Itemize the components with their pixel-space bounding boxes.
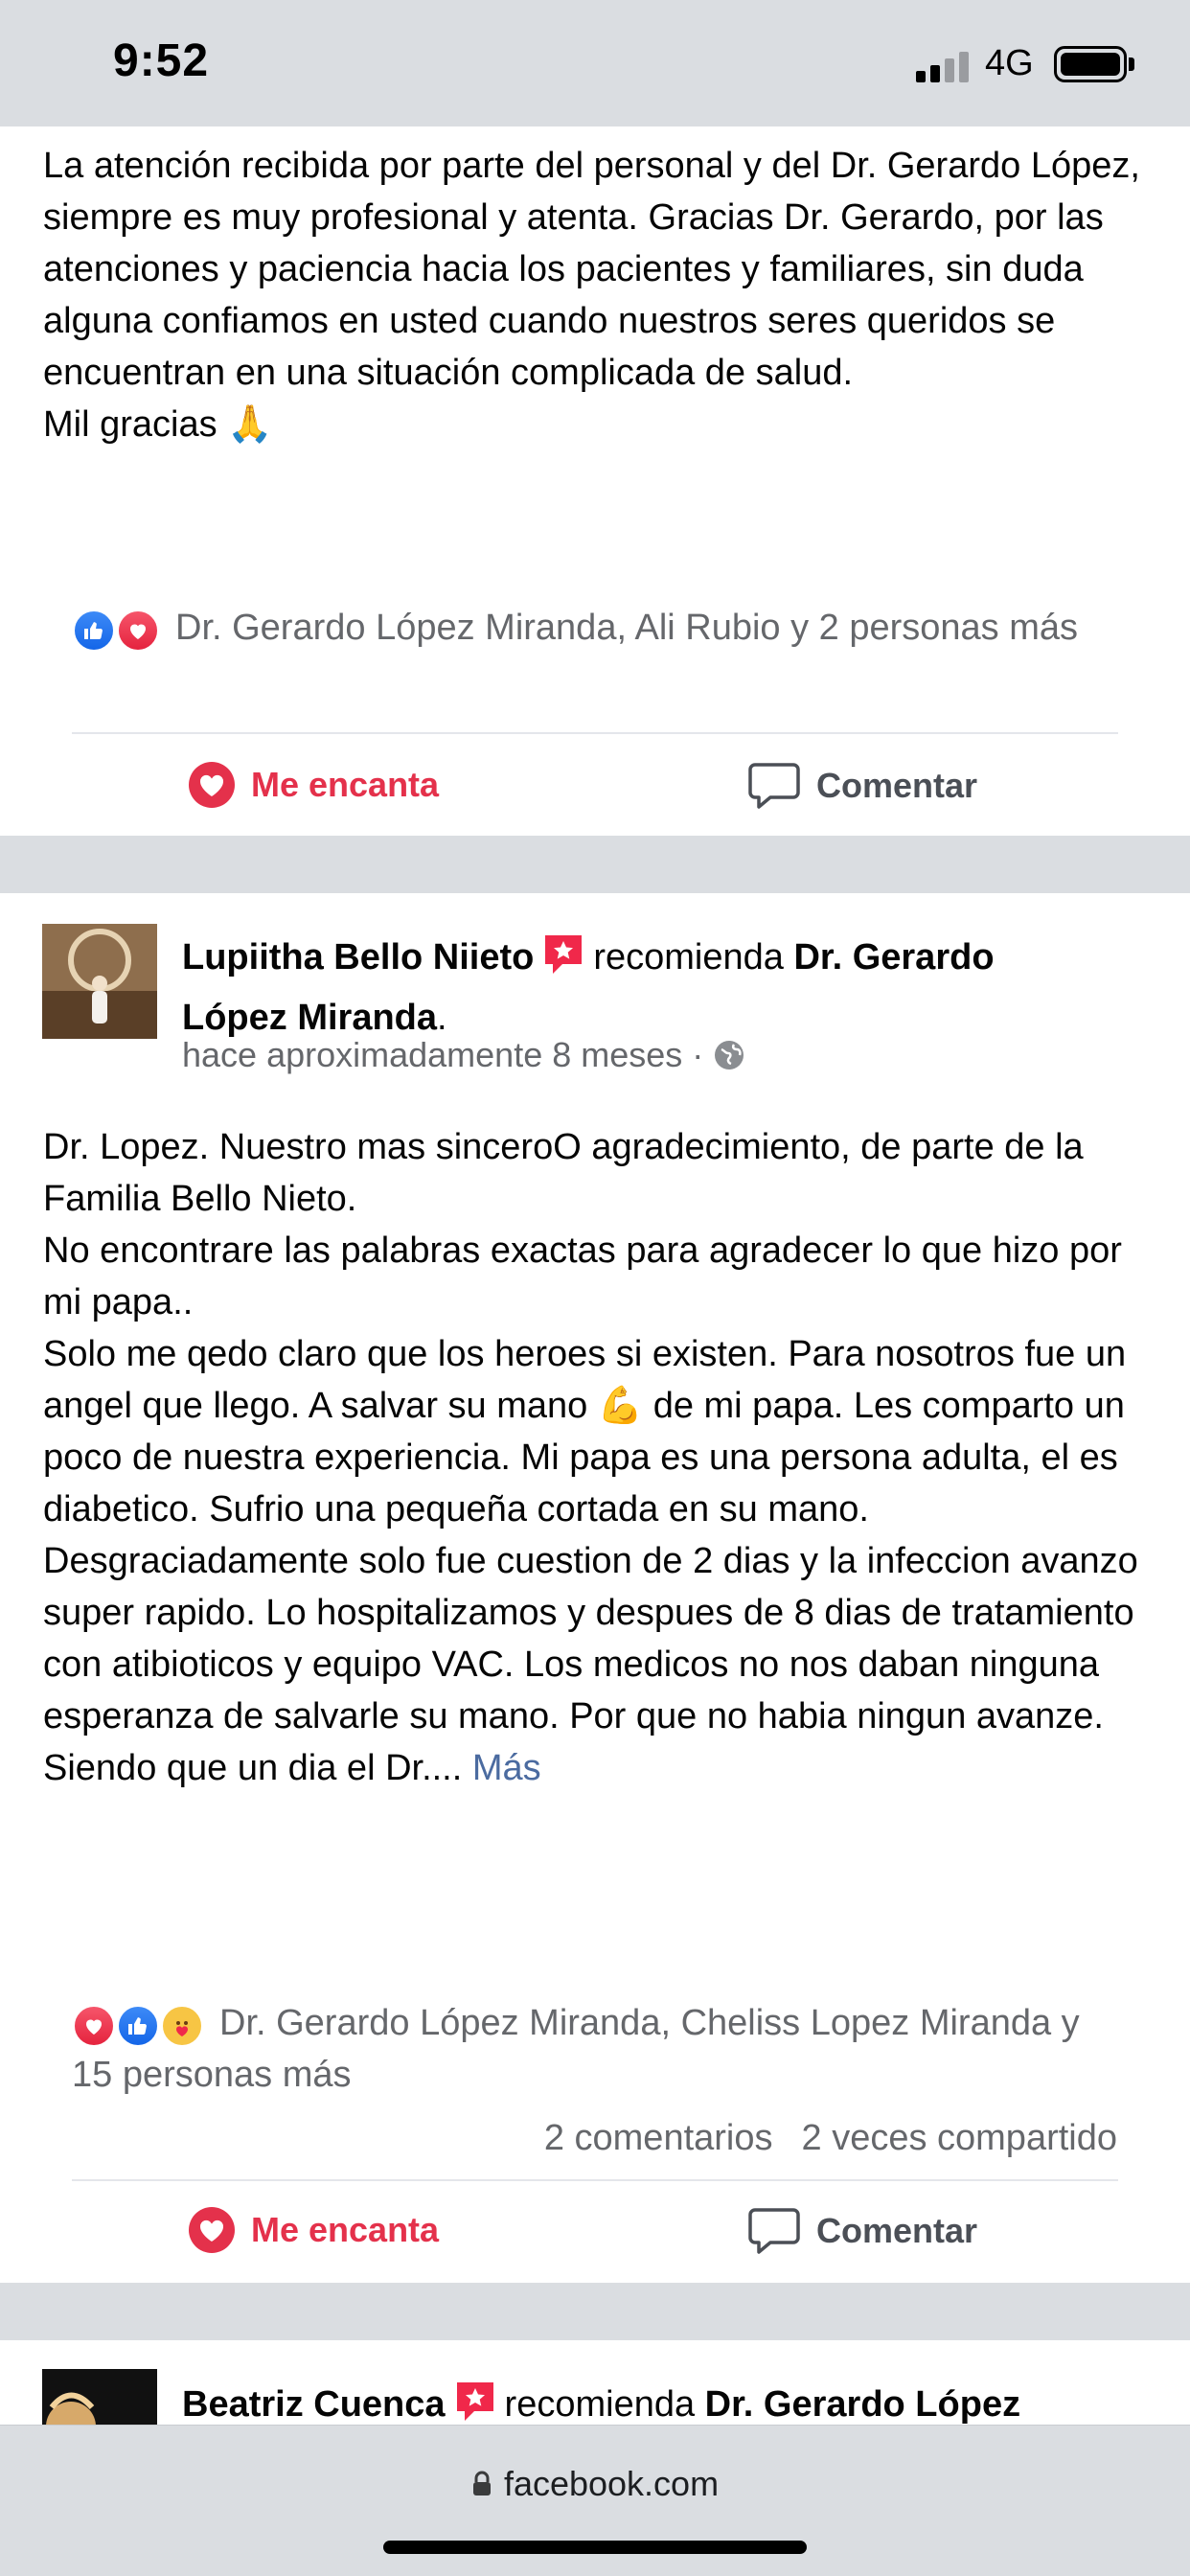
reaction-icons [72,2002,210,2048]
home-indicator[interactable] [383,2541,807,2554]
more-link[interactable]: Más [472,1748,541,1788]
love-label: Me encanta [251,2210,440,2249]
love-reaction-icon [116,608,160,653]
status-bar: 9:52 4G [0,0,1190,126]
recommends-text: recomienda [504,2384,696,2425]
page-name[interactable]: Dr. Gerardo López [705,2384,1020,2425]
comments-count[interactable]: 2 comentarios [544,2118,773,2158]
globe-icon [713,1039,745,1071]
like-reaction-icon [72,608,116,653]
network-type: 4G [985,43,1034,83]
author-name[interactable]: Beatriz Cuenca [182,2384,446,2425]
review-post: Lupiitha Bello Niieto recomienda Dr. Gera… [0,893,1190,2283]
recommend-badge-icon [541,932,585,992]
post-text: La atención recibida por parte del perso… [43,146,1140,445]
url-display[interactable]: facebook.com [0,2464,1190,2506]
cellular-signal-icon [916,52,970,82]
love-button[interactable]: Me encanta [188,2206,439,2254]
browser-url-bar[interactable]: facebook.com [0,2425,1190,2576]
love-button[interactable]: Me encanta [188,761,439,809]
divider [72,732,1118,734]
reactions-summary[interactable]: Dr. Gerardo López Miranda, Cheliss Lopez… [72,1997,1126,2101]
reactions-summary[interactable]: Dr. Gerardo López Miranda, Ali Rubio y 2… [72,602,1126,654]
url-text: facebook.com [503,2464,720,2503]
love-label: Me encanta [251,765,440,804]
shares-count[interactable]: 2 veces compartido [802,2118,1118,2158]
reaction-icons [72,607,166,653]
engagement-counts: 2 comentarios 2 veces compartido [544,2118,1117,2159]
avatar[interactable] [42,924,157,1039]
divider [72,2179,1118,2181]
post-text: Dr. Lopez. Nuestro mas sinceroO agradeci… [43,1127,1138,1788]
period: . [437,998,447,1038]
reactions-text: Dr. Gerardo López Miranda, Ali Rubio y 2… [175,608,1079,648]
like-reaction-icon [116,2003,160,2048]
comment-button[interactable]: Comentar [747,761,977,811]
battery-tip [1129,58,1134,71]
author-name[interactable]: Lupiitha Bello Niieto [182,937,534,978]
love-icon [188,2206,236,2254]
post-header: Lupiitha Bello Niieto recomienda Dr. Gera… [182,932,1083,1044]
post-meta: hace aproximadamente 8 meses · [182,1035,745,1075]
comment-label: Comentar [816,766,978,805]
lock-icon [471,2466,492,2506]
post-body: Dr. Lopez. Nuestro mas sinceroO agradeci… [43,1121,1155,1794]
comment-icon [747,2206,801,2256]
love-reaction-icon [72,2003,116,2048]
care-reaction-icon [160,2003,204,2048]
comment-label: Comentar [816,2211,978,2250]
review-post: La atención recibida por parte del perso… [0,126,1190,836]
recommends-text: recomienda [593,937,784,978]
battery-icon [1054,46,1127,82]
comment-icon [747,761,801,811]
comment-button[interactable]: Comentar [747,2206,977,2256]
status-time: 9:52 [113,35,210,86]
post-body: La atención recibida por parte del perso… [43,140,1155,450]
post-time[interactable]: hace aproximadamente 8 meses · [182,1035,703,1075]
reactions-text: Dr. Gerardo López Miranda, Cheliss Lopez… [72,2003,1080,2095]
love-icon [188,761,236,809]
